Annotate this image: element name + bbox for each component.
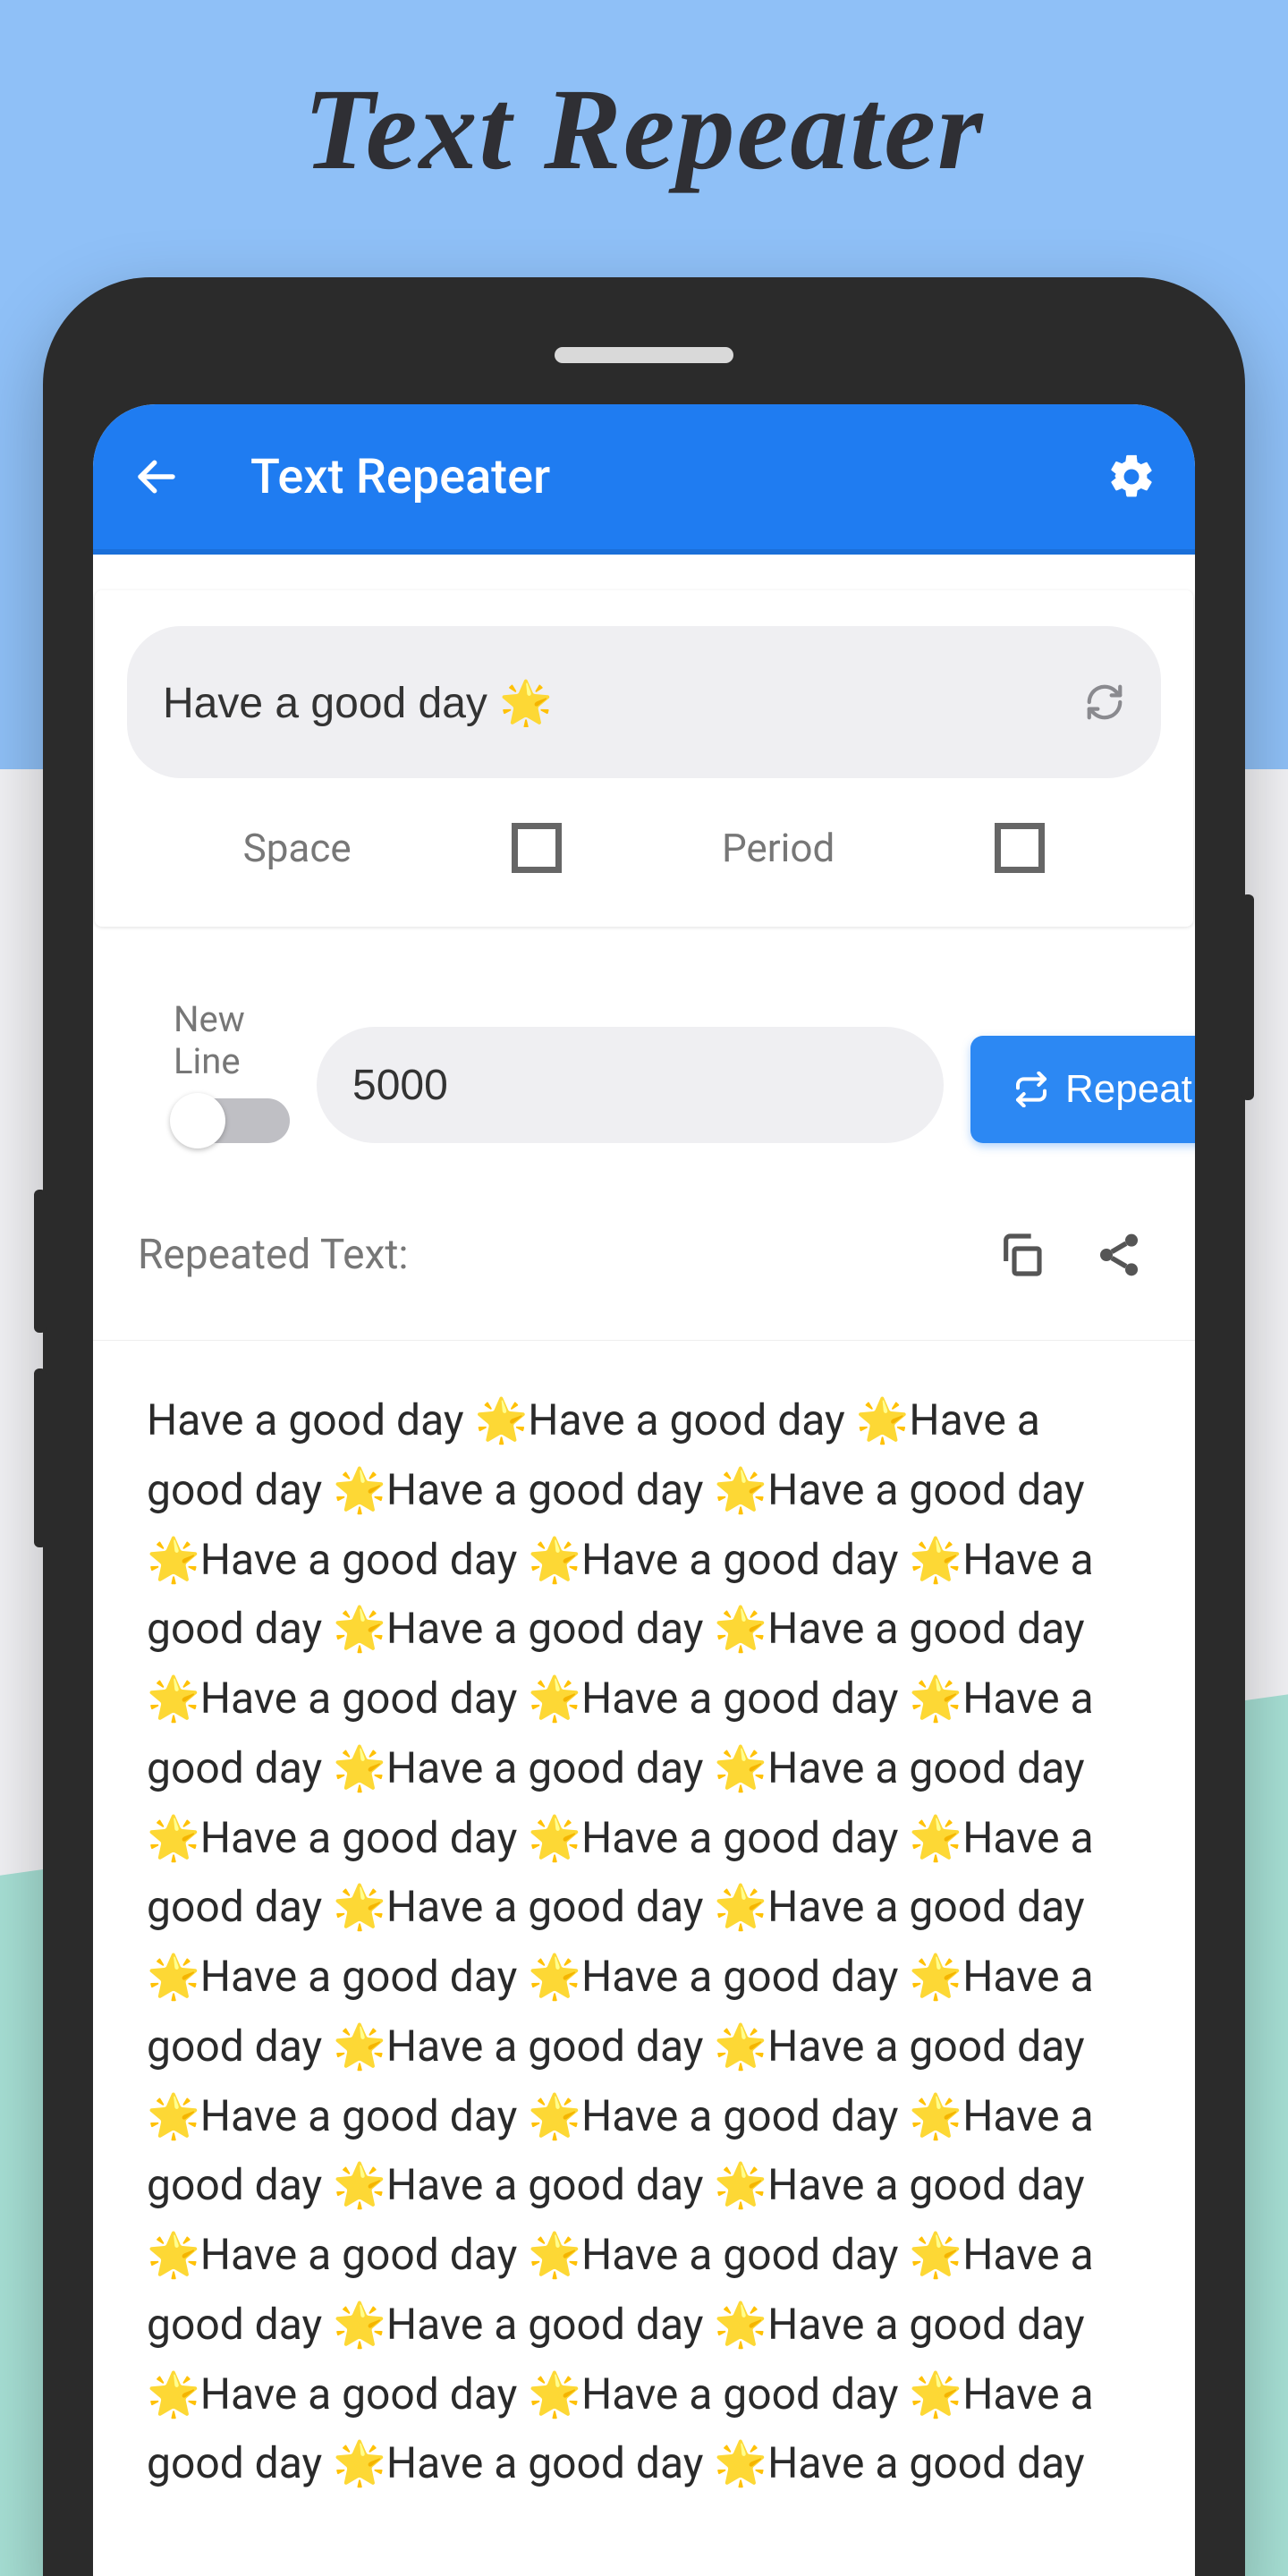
newline-label: New Line <box>174 998 290 1082</box>
copy-icon <box>996 1230 1046 1280</box>
back-arrow-icon <box>132 453 181 501</box>
repeat-button[interactable]: Repeat <box>970 1036 1195 1143</box>
period-checkbox[interactable] <box>995 823 1045 873</box>
app-title: Text Repeater <box>250 449 1100 505</box>
phone-volume-down <box>34 1368 47 1547</box>
promo-title: Text Repeater <box>0 63 1288 197</box>
output-label: Repeated Text: <box>138 1231 953 1279</box>
newline-block: New Line <box>174 998 290 1143</box>
text-input[interactable] <box>163 678 1084 727</box>
repeat-icon <box>1013 1072 1049 1107</box>
settings-button[interactable] <box>1100 445 1163 508</box>
phone-frame: Text Repeater Space Period <box>43 277 1245 2576</box>
gear-icon <box>1106 451 1157 503</box>
phone-screen: Text Repeater Space Period <box>93 404 1195 2576</box>
controls-row: New Line Repeat <box>93 953 1195 1179</box>
period-label: Period <box>722 825 835 871</box>
newline-toggle[interactable] <box>174 1098 290 1143</box>
output-text: Have a good day 🌟Have a good day 🌟Have a… <box>93 1340 1195 2503</box>
output-header: Repeated Text: <box>93 1179 1195 1313</box>
content-area: Space Period New Line Repeat <box>93 555 1195 2576</box>
phone-power-button <box>1241 894 1254 1100</box>
back-button[interactable] <box>125 445 188 508</box>
toggle-knob <box>170 1093 225 1148</box>
phone-volume-up <box>34 1190 47 1333</box>
app-bar: Text Repeater <box>93 404 1195 555</box>
separator-options: Space Period <box>127 778 1161 873</box>
phone-speaker <box>555 347 733 363</box>
space-checkbox[interactable] <box>512 823 562 873</box>
repeat-button-label: Repeat <box>1065 1067 1192 1112</box>
share-icon <box>1094 1230 1144 1280</box>
copy-button[interactable] <box>989 1224 1052 1286</box>
share-button[interactable] <box>1088 1224 1150 1286</box>
text-input-wrap <box>127 626 1161 778</box>
refresh-button[interactable] <box>1084 682 1125 723</box>
input-card: Space Period <box>95 590 1193 927</box>
space-label: Space <box>243 825 352 871</box>
refresh-icon <box>1084 682 1125 723</box>
repeat-count-input[interactable] <box>317 1027 944 1143</box>
